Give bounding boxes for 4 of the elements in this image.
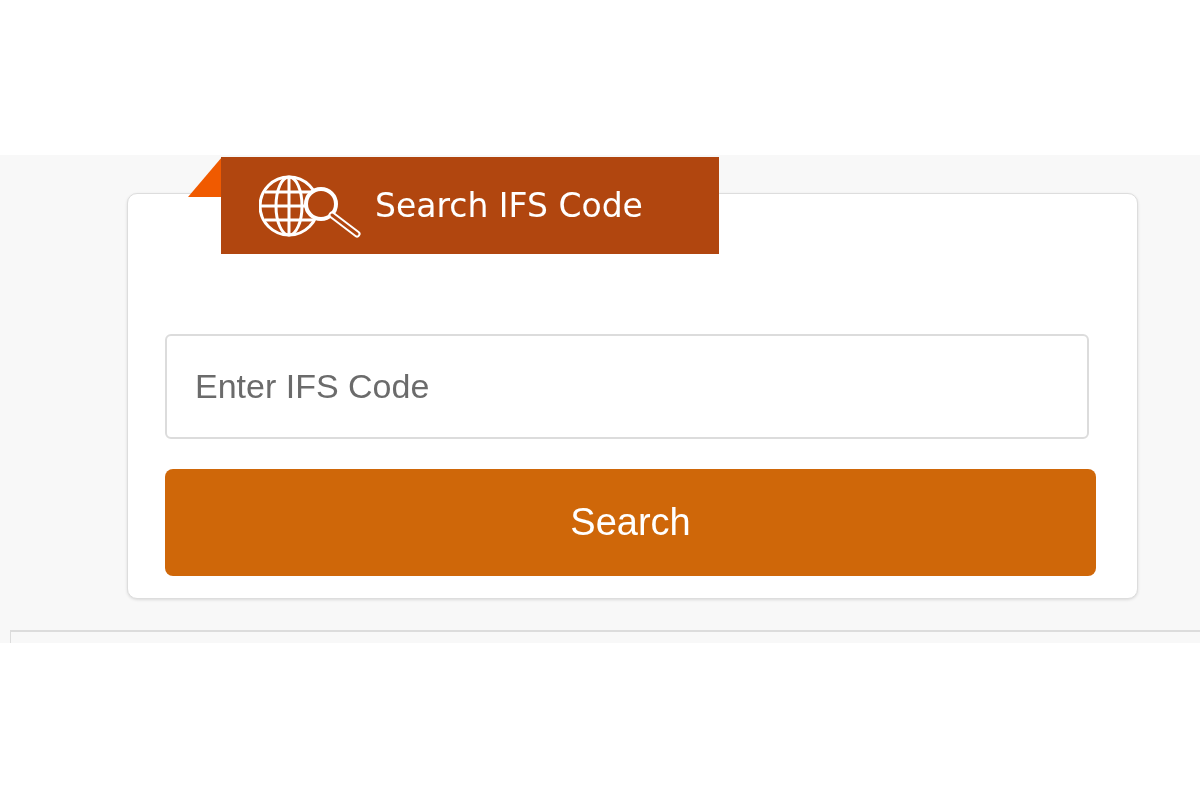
search-field[interactable]: Enter IFS Code bbox=[165, 334, 1089, 439]
search-button[interactable]: Search bbox=[165, 469, 1096, 576]
card-title: Search IFS Code bbox=[375, 184, 643, 227]
ribbon-fold bbox=[188, 157, 222, 197]
